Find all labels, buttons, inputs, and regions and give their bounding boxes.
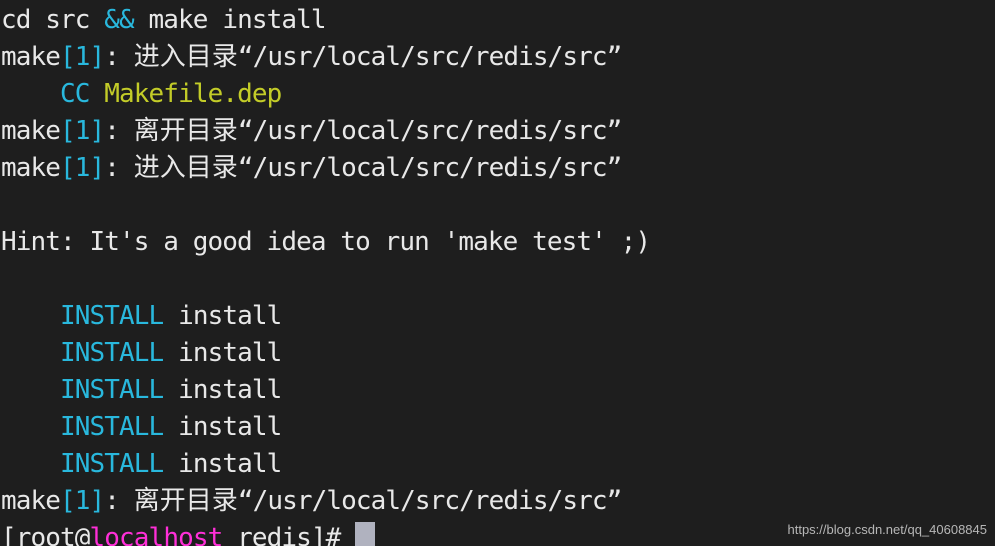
prompt-host: localhost xyxy=(89,523,224,546)
terminal-line-install: INSTALL install xyxy=(0,298,995,335)
terminal-window[interactable]: cd src && make install make[1]: 进入目录“/us… xyxy=(0,0,995,546)
make-action: 离开目录 xyxy=(133,486,238,516)
build-rule: CC xyxy=(60,79,90,109)
terminal-line-make-enter-1: make[1]: 进入目录“/usr/local/src/redis/src” xyxy=(0,39,995,76)
prompt-at: @ xyxy=(74,523,91,546)
make-level: [1] xyxy=(60,42,105,72)
make-colon: : xyxy=(104,116,134,146)
build-rule: INSTALL xyxy=(60,301,164,331)
make-level: [1] xyxy=(60,116,105,146)
make-program: make xyxy=(1,116,61,146)
terminal-line-install: INSTALL install xyxy=(0,372,995,409)
command-tail: make install xyxy=(133,5,327,35)
command-text: cd src xyxy=(1,5,105,35)
build-rule: INSTALL xyxy=(60,449,164,479)
build-target: install xyxy=(178,338,282,368)
make-colon: : xyxy=(104,42,134,72)
shell-operator: && xyxy=(104,5,134,35)
make-action: 进入目录 xyxy=(133,153,238,183)
make-action: 离开目录 xyxy=(133,116,238,146)
terminal-line-install: INSTALL install xyxy=(0,446,995,483)
hint-text: Hint: It's a good idea to run 'make test… xyxy=(1,227,651,257)
make-colon: : xyxy=(104,486,134,516)
prompt-user: root xyxy=(15,523,76,546)
terminal-line-make-leave-2: make[1]: 离开目录“/usr/local/src/redis/src” xyxy=(0,483,995,520)
build-rule: INSTALL xyxy=(60,412,164,442)
prompt-cwd: redis xyxy=(237,523,312,546)
text-cursor[interactable] xyxy=(355,522,376,546)
make-program: make xyxy=(1,486,61,516)
make-path: “/usr/local/src/redis/src” xyxy=(237,153,622,183)
terminal-line-command: cd src && make install xyxy=(0,2,995,39)
terminal-line-install: INSTALL install xyxy=(0,335,995,372)
build-target: install xyxy=(178,449,282,479)
make-path: “/usr/local/src/redis/src” xyxy=(237,486,622,516)
build-rule: INSTALL xyxy=(60,375,164,405)
make-level: [1] xyxy=(60,153,105,183)
terminal-line-install: INSTALL install xyxy=(0,409,995,446)
build-target: install xyxy=(178,375,282,405)
make-colon: : xyxy=(104,153,134,183)
build-rule: INSTALL xyxy=(60,338,164,368)
make-action: 进入目录 xyxy=(133,42,238,72)
watermark-url: https://blog.csdn.net/qq_40608845 xyxy=(787,522,988,537)
terminal-line-make-enter-2: make[1]: 进入目录“/usr/local/src/redis/src” xyxy=(0,150,995,187)
make-path: “/usr/local/src/redis/src” xyxy=(237,42,622,72)
build-target: install xyxy=(178,412,282,442)
make-program: make xyxy=(1,153,61,183)
make-path: “/usr/local/src/redis/src” xyxy=(237,116,622,146)
prompt-bracket-close: ] xyxy=(310,523,327,546)
build-target: install xyxy=(178,301,282,331)
terminal-line-make-leave-1: make[1]: 离开目录“/usr/local/src/redis/src” xyxy=(0,113,995,150)
terminal-line-hint: Hint: It's a good idea to run 'make test… xyxy=(0,224,995,261)
make-program: make xyxy=(1,42,61,72)
terminal-line-cc: CC Makefile.dep xyxy=(0,76,995,113)
terminal-output: cd src && make install make[1]: 进入目录“/us… xyxy=(0,2,995,546)
prompt-sigil: # xyxy=(325,523,356,546)
make-level: [1] xyxy=(60,486,105,516)
build-target: Makefile.dep xyxy=(104,79,282,109)
prompt-bracket-open: [ xyxy=(1,523,17,546)
